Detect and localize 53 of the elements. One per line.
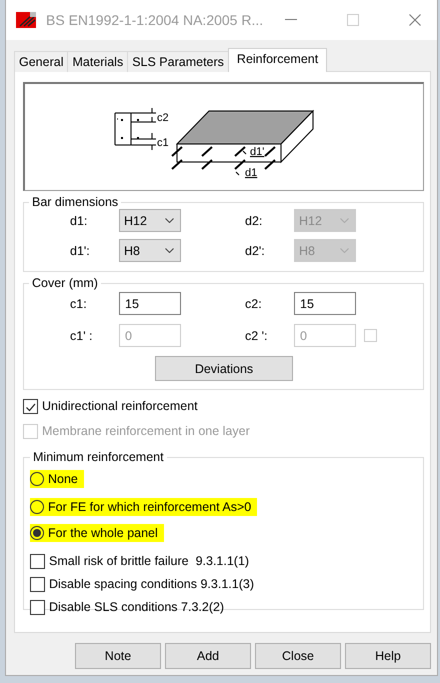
input-field[interactable]: 15: [294, 292, 356, 315]
caret-icon: [165, 218, 174, 223]
group-title: Cover (mm): [31, 276, 99, 290]
tab[interactable]: Reinforcement: [228, 48, 328, 72]
maximize-icon: [347, 14, 359, 26]
checkbox[interactable]: [30, 600, 45, 614]
radio-label: For FE for which reinforcement As>0: [48, 500, 252, 514]
radio-label: For the whole panel: [48, 526, 158, 540]
field-label: d2:: [245, 214, 264, 228]
field-label: c2 ':: [245, 328, 269, 342]
tab[interactable]: SLS Parameters: [127, 51, 229, 72]
diagram-label: d1: [245, 167, 258, 179]
radio-label: None: [48, 472, 78, 486]
app-icon: [16, 12, 36, 28]
section-drawing: [114, 108, 156, 150]
diagram-label: d1': [250, 146, 264, 158]
field-label: c1' :: [70, 328, 94, 342]
deviations-button[interactable]: Deviations: [155, 356, 293, 381]
caret-icon: [340, 218, 349, 223]
checkbox-label: Membrane reinforcement in one layer: [42, 424, 250, 438]
checkbox-label: Disable spacing conditions 9.3.1.1(3): [49, 577, 254, 591]
caret-icon: [340, 248, 349, 253]
group-title: Minimum reinforcement: [32, 450, 165, 464]
radio-button[interactable]: [30, 472, 44, 486]
checkbox[interactable]: [30, 554, 45, 568]
field-label: c2:: [245, 296, 263, 310]
checkbox-label: Small risk of brittle failure 9.3.1.1(1): [49, 554, 250, 568]
dialog-button[interactable]: Close: [255, 643, 341, 669]
dropdown[interactable]: H8: [119, 239, 181, 262]
radio-button[interactable]: [30, 526, 44, 540]
diagram-label: c2: [157, 112, 169, 124]
input-field[interactable]: 15: [119, 292, 181, 315]
checkbox-label: Disable SLS conditions 7.3.2(2): [49, 600, 224, 614]
minimize-icon[interactable]: [285, 19, 297, 21]
radio-button[interactable]: [30, 500, 44, 514]
window-title: BS EN1992-1-1:2004 NA:2005 R...: [46, 12, 264, 28]
field-label: c1:: [70, 296, 88, 310]
close-icon[interactable]: [409, 14, 421, 26]
checkbox[interactable]: [23, 398, 38, 414]
tab[interactable]: General: [14, 51, 68, 72]
dialog-button[interactable]: Add: [165, 643, 251, 669]
dialog-button[interactable]: Help: [345, 643, 431, 669]
diagram-label: c1: [157, 137, 169, 149]
field-label: d1':: [70, 244, 91, 258]
field-label: d1:: [70, 214, 88, 228]
tab[interactable]: Materials: [67, 51, 128, 72]
dialog-button[interactable]: Note: [75, 643, 161, 669]
checkbox-label: Unidirectional reinforcement: [42, 399, 198, 413]
caret-icon: [165, 248, 174, 253]
group-title: Bar dimensions: [31, 195, 120, 209]
checkbox[interactable]: [30, 576, 45, 592]
field-label: d2':: [245, 244, 266, 258]
dropdown[interactable]: H12: [119, 209, 181, 232]
